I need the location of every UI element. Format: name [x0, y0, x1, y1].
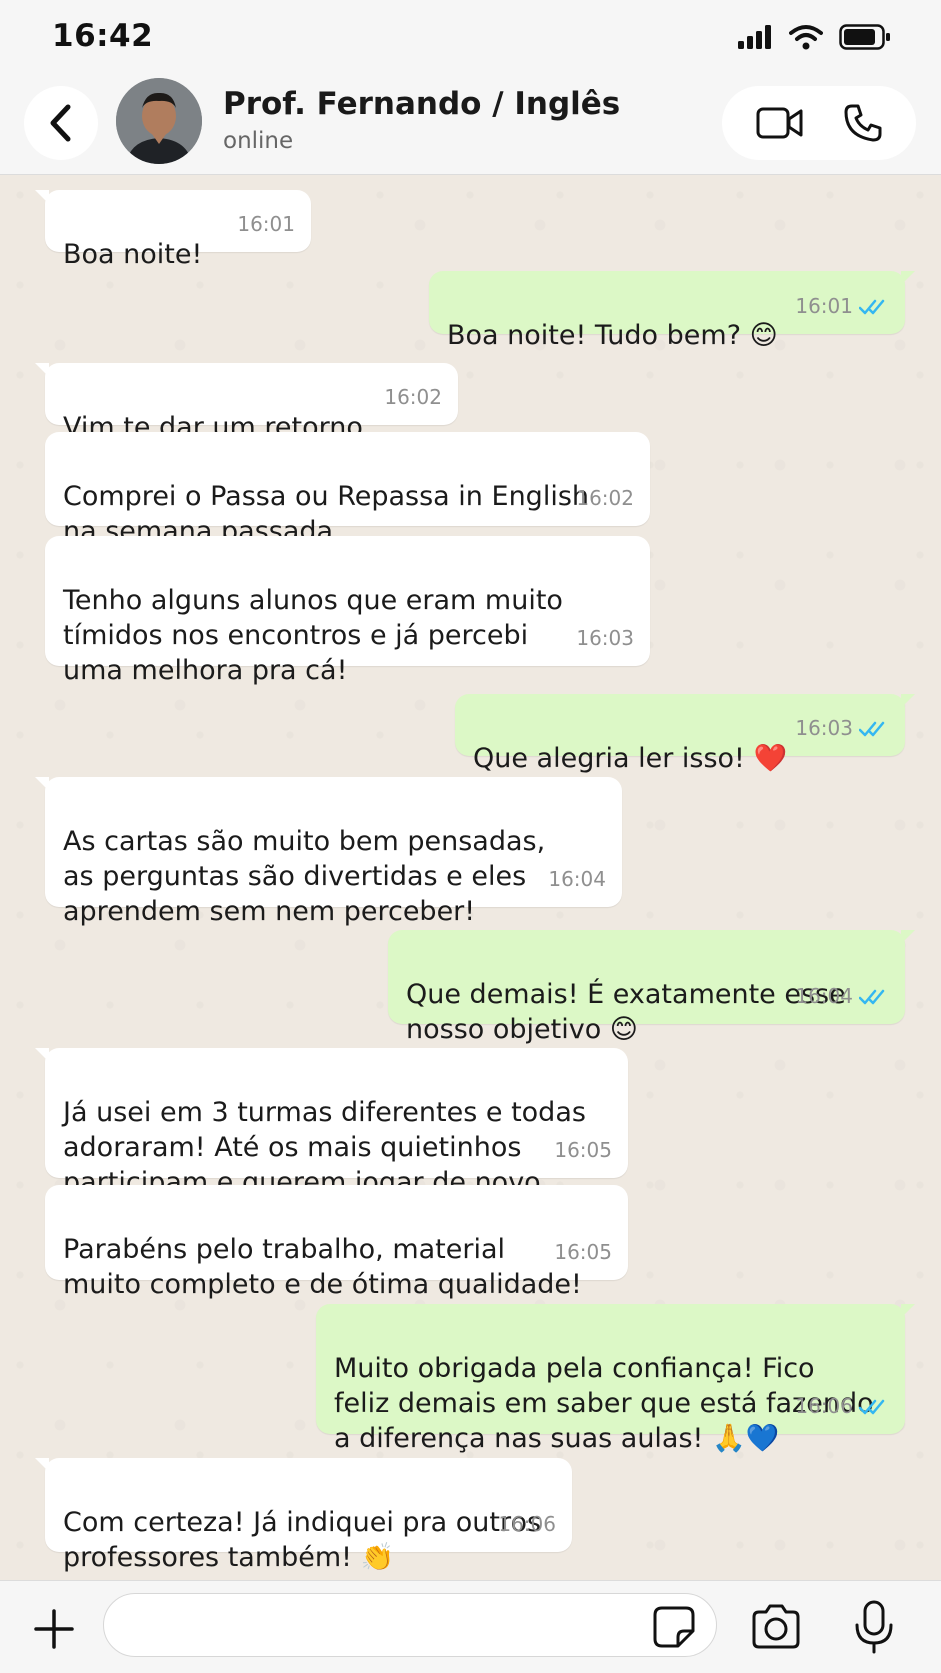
contact-name[interactable]: Prof. Fernando / Inglês [223, 86, 620, 122]
message-bubble[interactable]: Já usei em 3 turmas diferentes e todas a… [35, 1048, 628, 1198]
message-bubble[interactable]: Que alegria ler isso! ❤️ 16:03 [455, 694, 915, 774]
message-text: As cartas são muito bem pensadas, as per… [63, 826, 546, 927]
signal-icon [738, 25, 771, 49]
avatar-person-icon [116, 78, 202, 164]
call-actions [722, 86, 916, 160]
message-time: 16:02 [384, 385, 442, 409]
plus-icon[interactable] [30, 1605, 78, 1653]
message-text: Boa noite! [63, 239, 203, 270]
message-time: 16:06 [795, 1394, 853, 1418]
read-ticks-icon [859, 1399, 885, 1414]
read-ticks-icon [859, 721, 885, 736]
wifi-icon [789, 25, 823, 50]
message-time: 16:03 [795, 716, 853, 740]
message-text: Que demais! É exatamente esse nosso obje… [406, 979, 846, 1045]
message-bubble[interactable]: Muito obrigada pela confiança! Fico feli… [316, 1304, 915, 1454]
message-time: 16:05 [554, 1138, 612, 1162]
message-time: 16:04 [795, 984, 853, 1008]
message-text: Parabéns pelo trabalho, material muito c… [63, 1234, 582, 1300]
back-button[interactable] [24, 86, 98, 160]
status-time: 16:42 [52, 18, 154, 54]
read-ticks-icon [859, 989, 885, 1004]
message-text: Muito obrigada pela confiança! Fico feli… [334, 1353, 874, 1454]
status-icons [737, 24, 891, 50]
message-time: 16:03 [576, 626, 634, 650]
status-bar: 16:42 [0, 0, 941, 78]
microphone-icon[interactable] [852, 1599, 896, 1655]
message-bubble[interactable]: Com certeza! Já indiquei pra outros prof… [35, 1458, 572, 1573]
message-text: Com certeza! Já indiquei pra outros prof… [63, 1507, 542, 1573]
chat-area: Boa noite! 16:01 Boa noite! Tudo bem? 😊 … [0, 175, 941, 1580]
chevron-left-icon [50, 104, 71, 142]
message-time: 16:06 [498, 1512, 556, 1536]
message-input[interactable] [103, 1593, 717, 1657]
battery-icon [839, 24, 890, 50]
composer-bar [0, 1580, 941, 1673]
phone-call-icon[interactable] [843, 103, 883, 143]
message-time: 16:04 [548, 867, 606, 891]
video-call-icon[interactable] [756, 105, 804, 141]
message-text: Tenho alguns alunos que eram muito tímid… [63, 585, 563, 686]
message-bubble[interactable]: Tenho alguns alunos que eram muito tímid… [45, 536, 650, 686]
camera-icon[interactable] [750, 1601, 802, 1653]
message-bubble[interactable]: As cartas são muito bem pensadas, as per… [35, 777, 622, 927]
message-time: 16:02 [576, 486, 634, 510]
sticker-icon[interactable] [652, 1605, 696, 1649]
message-bubble[interactable]: Parabéns pelo trabalho, material muito c… [45, 1185, 628, 1300]
message-bubble[interactable]: Comprei o Passa ou Repassa in English na… [45, 432, 650, 547]
message-bubble[interactable]: Que demais! É exatamente esse nosso obje… [388, 930, 915, 1045]
message-bubble[interactable]: Boa noite! Tudo bem? 😊 16:01 [429, 271, 915, 351]
message-time: 16:01 [795, 294, 853, 318]
message-bubble[interactable]: Boa noite! 16:01 [35, 190, 311, 270]
read-ticks-icon [859, 299, 885, 314]
message-text: Boa noite! Tudo bem? 😊 [447, 320, 778, 351]
contact-status: online [223, 128, 294, 154]
message-text: Já usei em 3 turmas diferentes e todas a… [63, 1097, 586, 1198]
message-time: 16:01 [237, 212, 295, 236]
message-bubble[interactable]: Vim te dar um retorno 16:02 [35, 363, 458, 443]
chat-header: Prof. Fernando / Inglês online [0, 78, 941, 175]
message-time: 16:05 [554, 1240, 612, 1264]
avatar[interactable] [116, 78, 202, 164]
message-text: Que alegria ler isso! ❤️ [473, 743, 788, 774]
